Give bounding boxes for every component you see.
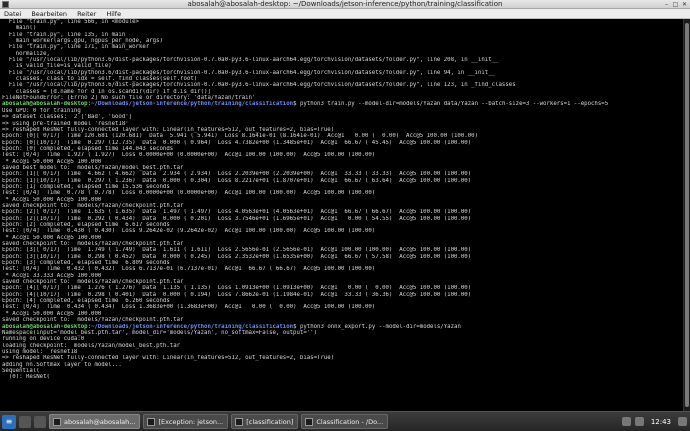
prompt-dollar: $ xyxy=(293,323,300,330)
taskbar: ≡ abosalah@abosalah... [Exception: jetson… xyxy=(0,411,690,431)
menu-bearbeiten[interactable]: Bearbeiten xyxy=(31,9,67,19)
prompt-user: abosalah@abosalah-desktop xyxy=(2,323,88,330)
terminal-scrollbar[interactable] xyxy=(683,19,690,411)
menu-datei[interactable]: Datei xyxy=(4,9,21,19)
terminal-output[interactable]: File "train.py", line 566, in <module> m… xyxy=(0,19,683,411)
system-tray: 12:43 xyxy=(621,417,690,426)
menu-bar: Datei Bearbeiten Reiter Hilfe xyxy=(0,9,690,19)
scrollbar-thumb[interactable] xyxy=(685,23,689,407)
window-titlebar[interactable]: abosalah@abosalah-desktop: ~/Downloads/j… xyxy=(0,0,690,9)
taskbar-task-label: Classification - /Do... xyxy=(316,417,384,426)
clock[interactable]: 12:43 xyxy=(651,418,671,426)
taskbar-task-label: [Exception: jetson... xyxy=(158,417,224,426)
window-controls: – □ ✕ xyxy=(663,1,688,8)
file-manager-icon[interactable] xyxy=(19,415,31,428)
menu-reiter[interactable]: Reiter xyxy=(77,9,96,19)
power-icon[interactable] xyxy=(678,417,687,426)
window-title: abosalah@abosalah-desktop: ~/Downloads/j… xyxy=(187,0,503,8)
terminal-launcher-icon[interactable] xyxy=(34,415,46,428)
prompt-path: ~/Downloads/jetson-inference/python/trai… xyxy=(91,101,294,108)
taskbar-task[interactable]: Classification - /Do... xyxy=(301,414,389,429)
taskbar-task[interactable]: [Exception: jetson... xyxy=(143,414,229,429)
volume-icon[interactable] xyxy=(634,417,644,426)
close-icon[interactable]: ✕ xyxy=(681,1,688,8)
task-list: abosalah@abosalah... [Exception: jetson..… xyxy=(49,414,391,429)
maximize-icon[interactable]: □ xyxy=(672,1,679,8)
command-text: python3 train.py --model-dir=models/Yaza… xyxy=(299,101,609,108)
window-icon xyxy=(147,417,156,426)
network-icon[interactable] xyxy=(621,417,631,426)
window-icon xyxy=(305,417,314,426)
window-icon xyxy=(235,417,244,426)
output-line: (0): ResNet( xyxy=(2,374,50,381)
taskbar-task[interactable]: [classification] xyxy=(231,414,299,429)
prompt-line: abosalah@abosalah-desktop:~/Downloads/je… xyxy=(2,101,683,107)
prompt-dollar: $ xyxy=(293,101,300,108)
prompt-path: ~/Downloads/jetson-inference/python/trai… xyxy=(91,323,294,330)
taskbar-task-label: [classification] xyxy=(246,417,294,426)
taskbar-task[interactable]: abosalah@abosalah... xyxy=(49,414,141,429)
menu-icon[interactable]: ≡ xyxy=(2,414,16,429)
command-text: python3 onnx_export.py --model-dir=model… xyxy=(299,323,461,330)
taskbar-task-label: abosalah@abosalah... xyxy=(64,417,136,426)
minimize-icon[interactable]: – xyxy=(663,1,670,8)
window-icon xyxy=(53,417,61,426)
prompt-user: abosalah@abosalah-desktop xyxy=(2,101,88,108)
menu-hilfe[interactable]: Hilfe xyxy=(106,9,121,19)
